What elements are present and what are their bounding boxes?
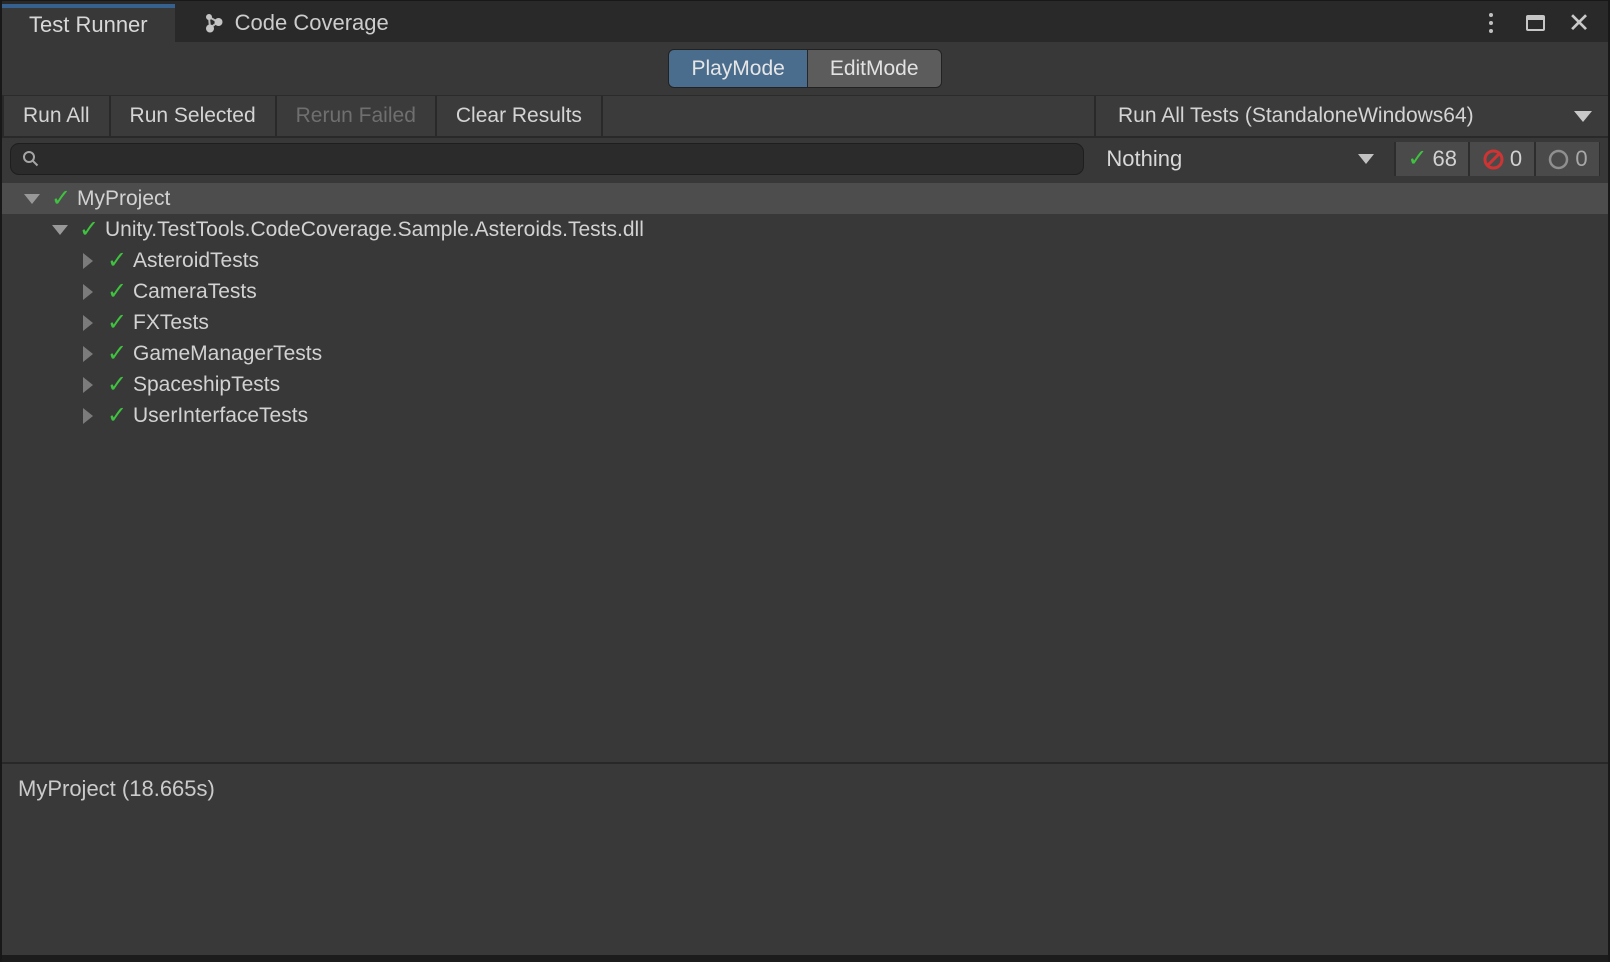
- test-passed-icon: ✓: [102, 308, 132, 337]
- tree-item-label: FXTests: [133, 311, 209, 335]
- window-bottom-edge: [2, 955, 1608, 962]
- close-icon[interactable]: ✕: [1562, 6, 1596, 40]
- test-passed-icon: ✓: [102, 246, 132, 275]
- tree-item-label: AsteroidTests: [133, 249, 259, 273]
- tab-test-runner-label: Test Runner: [29, 12, 148, 38]
- tree-row[interactable]: ✓CameraTests: [2, 276, 1608, 307]
- test-passed-icon: ✓: [102, 339, 132, 368]
- platform-dropdown-label: Run All Tests (StandaloneWindows64): [1118, 104, 1554, 128]
- run-all-button[interactable]: Run All: [2, 96, 111, 136]
- foldout-collapsed-icon[interactable]: [74, 346, 102, 362]
- passed-count-toggle[interactable]: ✓ 68: [1394, 142, 1468, 176]
- tree-row[interactable]: ✓AsteroidTests: [2, 245, 1608, 276]
- category-filter-value: Nothing: [1106, 146, 1182, 172]
- test-runner-window: Test Runner Code Coverage: [0, 0, 1610, 962]
- tree-row[interactable]: ✓UserInterfaceTests: [2, 400, 1608, 431]
- tree-row[interactable]: ✓MyProject: [2, 183, 1608, 214]
- tree-row[interactable]: ✓FXTests: [2, 307, 1608, 338]
- mode-toggle-row: PlayMode EditMode: [2, 42, 1608, 95]
- tab-test-runner[interactable]: Test Runner: [2, 4, 175, 42]
- check-icon: ✓: [1407, 147, 1427, 171]
- run-selected-button[interactable]: Run Selected: [111, 96, 277, 136]
- tab-code-coverage-label: Code Coverage: [235, 10, 389, 36]
- foldout-collapsed-icon[interactable]: [74, 253, 102, 269]
- tree-item-label: MyProject: [77, 187, 170, 211]
- result-counters: ✓ 68 0 0: [1394, 142, 1600, 176]
- run-toolbar: Run All Run Selected Rerun Failed Clear …: [2, 95, 1608, 138]
- tab-bar: Test Runner Code Coverage: [2, 0, 1608, 42]
- kebab-menu-icon[interactable]: [1474, 6, 1508, 40]
- run-all-tests-platform-dropdown[interactable]: Run All Tests (StandaloneWindows64): [1096, 96, 1608, 136]
- test-tree: ✓MyProject✓Unity.TestTools.CodeCoverage.…: [2, 180, 1608, 762]
- foldout-collapsed-icon[interactable]: [74, 377, 102, 393]
- not-run-count-toggle[interactable]: 0: [1534, 142, 1600, 176]
- test-passed-icon: ✓: [102, 401, 132, 430]
- failed-count-toggle[interactable]: 0: [1468, 142, 1534, 176]
- test-passed-icon: ✓: [102, 277, 132, 306]
- search-box[interactable]: [10, 143, 1084, 175]
- clear-results-button[interactable]: Clear Results: [437, 96, 603, 136]
- circle-icon: [1547, 148, 1570, 171]
- tree-item-label: SpaceshipTests: [133, 373, 280, 397]
- tree-item-label: CameraTests: [133, 280, 257, 304]
- foldout-collapsed-icon[interactable]: [74, 315, 102, 331]
- result-summary-panel[interactable]: MyProject (18.665s): [2, 762, 1608, 955]
- playmode-button[interactable]: PlayMode: [669, 50, 806, 87]
- filter-row: Nothing ✓ 68 0: [2, 138, 1608, 180]
- tree-item-label: Unity.TestTools.CodeCoverage.Sample.Aste…: [105, 218, 644, 242]
- chevron-down-icon: [1574, 111, 1592, 122]
- result-summary-text: MyProject (18.665s): [18, 776, 215, 801]
- editmode-button[interactable]: EditMode: [807, 50, 941, 87]
- circle-slash-icon: [1482, 148, 1505, 171]
- toolbar-spacer: [603, 96, 1096, 136]
- test-passed-icon: ✓: [74, 215, 104, 244]
- test-passed-icon: ✓: [46, 184, 76, 213]
- passed-count: 68: [1433, 146, 1457, 172]
- foldout-expanded-icon[interactable]: [46, 225, 74, 235]
- tree-row[interactable]: ✓Unity.TestTools.CodeCoverage.Sample.Ast…: [2, 214, 1608, 245]
- code-coverage-icon: [201, 11, 225, 35]
- window-controls: ✕: [1474, 4, 1608, 42]
- chevron-down-icon: [1358, 154, 1374, 164]
- test-passed-icon: ✓: [102, 370, 132, 399]
- rerun-failed-button: Rerun Failed: [277, 96, 437, 136]
- failed-count: 0: [1510, 146, 1522, 172]
- foldout-expanded-icon[interactable]: [18, 194, 46, 204]
- tree-item-label: UserInterfaceTests: [133, 404, 308, 428]
- search-input[interactable]: [49, 148, 1073, 171]
- mode-segmented-control: PlayMode EditMode: [668, 49, 941, 88]
- tree-row[interactable]: ✓GameManagerTests: [2, 338, 1608, 369]
- category-filter-dropdown[interactable]: Nothing: [1094, 138, 1394, 180]
- not-run-count: 0: [1575, 146, 1587, 172]
- tree-item-label: GameManagerTests: [133, 342, 322, 366]
- foldout-collapsed-icon[interactable]: [74, 284, 102, 300]
- tab-code-coverage[interactable]: Code Coverage: [189, 4, 401, 42]
- search-icon: [21, 149, 41, 169]
- maximize-icon[interactable]: [1518, 6, 1552, 40]
- foldout-collapsed-icon[interactable]: [74, 408, 102, 424]
- tree-row[interactable]: ✓SpaceshipTests: [2, 369, 1608, 400]
